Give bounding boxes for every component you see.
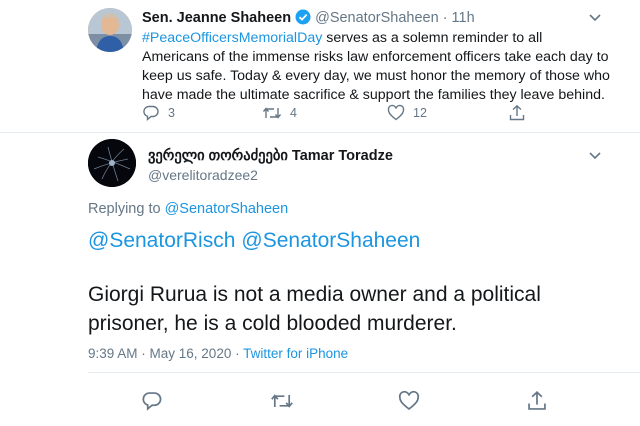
- like-button[interactable]: [398, 390, 428, 412]
- retweet-icon: [271, 394, 293, 408]
- avatar[interactable]: [88, 8, 132, 52]
- mention-link[interactable]: @SenatorRisch: [88, 229, 235, 252]
- chevron-down-icon[interactable]: [588, 10, 602, 28]
- timestamp[interactable]: 9:39 AM · May 16, 2020 ·: [88, 346, 243, 361]
- share-button[interactable]: [526, 390, 556, 412]
- reply-author-handle[interactable]: @verelitoradzee2: [148, 167, 258, 183]
- like-icon: [387, 104, 405, 121]
- parent-tweet[interactable]: Sen. Jeanne Shaheen @SenatorShaheen · 11h…: [0, 0, 640, 133]
- retweet-button[interactable]: [270, 390, 302, 412]
- reply-button[interactable]: 3: [142, 104, 175, 122]
- divider: [88, 372, 640, 373]
- reply-author-name[interactable]: ვერელი თორაძეები Tamar Toradze: [148, 148, 393, 164]
- reply-count: 3: [168, 106, 175, 120]
- author-line: Sen. Jeanne Shaheen @SenatorShaheen · 11h: [142, 9, 475, 29]
- like-icon: [398, 390, 420, 411]
- author-handle[interactable]: @SenatorShaheen: [315, 10, 439, 26]
- author-name[interactable]: Sen. Jeanne Shaheen: [142, 10, 291, 26]
- reply-actions: [0, 388, 640, 412]
- tweet-meta: 9:39 AM · May 16, 2020 · Twitter for iPh…: [88, 346, 348, 361]
- verified-badge-icon: [295, 9, 311, 29]
- mentions: @SenatorRisch @SenatorShaheen: [88, 229, 426, 253]
- chevron-down-icon[interactable]: [588, 148, 602, 166]
- retweet-button[interactable]: 4: [262, 104, 297, 122]
- replying-handle-link[interactable]: @SenatorShaheen: [165, 201, 289, 217]
- source-link[interactable]: Twitter for iPhone: [243, 346, 348, 361]
- tweet-actions: 3 4 12: [142, 104, 532, 124]
- replying-label: Replying to: [88, 201, 165, 217]
- replying-to: Replying to @SenatorShaheen: [88, 201, 288, 217]
- reply-icon: [143, 105, 159, 122]
- reply-text: Giorgi Rurua is not a media owner and a …: [88, 283, 541, 335]
- reply-button[interactable]: [141, 390, 171, 412]
- retweet-icon: [262, 107, 282, 119]
- reply-icon: [142, 392, 162, 411]
- mention-link[interactable]: @SenatorShaheen: [241, 229, 420, 252]
- like-button[interactable]: 12: [387, 104, 427, 122]
- share-icon: [509, 104, 525, 121]
- share-button[interactable]: [508, 104, 534, 122]
- share-icon: [528, 391, 546, 410]
- like-count: 12: [413, 106, 427, 120]
- avatar[interactable]: [88, 139, 136, 187]
- retweet-count: 4: [290, 106, 297, 120]
- tweet-text: #PeaceOfficersMemorialDay serves as a so…: [142, 29, 612, 105]
- tweet-time[interactable]: · 11h: [443, 10, 475, 26]
- hashtag-link[interactable]: #PeaceOfficersMemorialDay: [142, 30, 322, 46]
